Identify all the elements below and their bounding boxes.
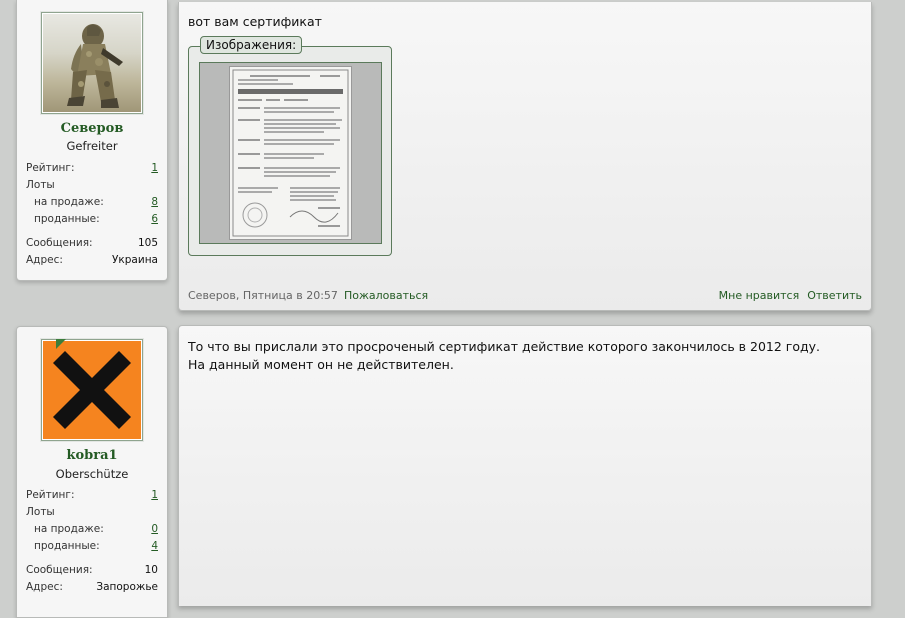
post-message-line: То что вы прислали это просроченый серти… bbox=[188, 339, 821, 354]
for-sale-row: на продаже: 0 bbox=[26, 521, 158, 538]
lots-label: Лоты bbox=[26, 506, 55, 518]
rating-label: Рейтинг: bbox=[26, 162, 75, 174]
sold-label: проданные: bbox=[34, 213, 100, 225]
sold-value[interactable]: 6 bbox=[151, 211, 158, 228]
sold-value[interactable]: 4 bbox=[151, 538, 158, 555]
address-label: Адрес: bbox=[26, 254, 63, 266]
post-message: вот вам сертификат bbox=[188, 14, 322, 29]
address-value: Запорожье bbox=[96, 581, 158, 593]
address-value: Украина bbox=[112, 254, 158, 266]
lots-row: Лоты bbox=[26, 504, 158, 521]
avatar[interactable] bbox=[41, 339, 143, 441]
for-sale-row: на продаже: 8 bbox=[26, 194, 158, 211]
rating-row: Рейтинг: 1 bbox=[26, 160, 158, 177]
for-sale-label: на продаже: bbox=[34, 196, 104, 208]
hazard-x-avatar-icon bbox=[43, 341, 141, 439]
post-author-date[interactable]: Северов, Пятница в 20:57 bbox=[188, 289, 338, 302]
address-row: Адрес: Украина bbox=[26, 252, 158, 269]
post-actions: Мне нравится Ответить bbox=[719, 289, 862, 302]
post-meta: Северов, Пятница в 20:57 Пожаловаться bbox=[188, 289, 428, 302]
post-message-line: На данный момент он не действителен. bbox=[188, 357, 454, 372]
user-info-panel: Северов Gefreiter Рейтинг: 1 Лоты на про… bbox=[16, 0, 168, 281]
address-label: Адрес: bbox=[26, 581, 63, 593]
reply-link[interactable]: Ответить bbox=[807, 289, 862, 302]
user-title: Gefreiter bbox=[66, 139, 118, 153]
sold-row: проданные: 6 bbox=[26, 211, 158, 228]
messages-value: 105 bbox=[137, 237, 158, 249]
rating-value[interactable]: 1 bbox=[151, 487, 158, 504]
messages-label: Сообщения: bbox=[26, 564, 93, 576]
for-sale-value[interactable]: 8 bbox=[151, 194, 158, 211]
username[interactable]: kobra1 bbox=[17, 448, 167, 463]
like-link[interactable]: Мне нравится bbox=[719, 289, 800, 302]
messages-value: 10 bbox=[144, 564, 158, 576]
post: Северов Gefreiter Рейтинг: 1 Лоты на про… bbox=[0, 0, 905, 312]
for-sale-value[interactable]: 0 bbox=[151, 521, 158, 538]
online-indicator-icon bbox=[56, 339, 66, 349]
user-stats: Рейтинг: 1 Лоты на продаже: 8 проданные:… bbox=[26, 160, 158, 269]
rating-row: Рейтинг: 1 bbox=[26, 487, 158, 504]
rating-label: Рейтинг: bbox=[26, 489, 75, 501]
attachments-box: Изображения: bbox=[188, 36, 392, 256]
lots-row: Лоты bbox=[26, 177, 158, 194]
soldier-avatar-icon bbox=[43, 14, 141, 112]
post-message: То что вы прислали это просроченый серти… bbox=[188, 338, 820, 374]
user-info-panel: kobra1 Oberschütze Рейтинг: 1 Лоты на пр… bbox=[16, 326, 168, 618]
for-sale-label: на продаже: bbox=[34, 523, 104, 535]
user-stats: Рейтинг: 1 Лоты на продаже: 0 проданные:… bbox=[26, 487, 158, 596]
post: kobra1 Oberschütze Рейтинг: 1 Лоты на пр… bbox=[0, 322, 905, 618]
attachments-label: Изображения: bbox=[200, 36, 303, 54]
user-title: Oberschütze bbox=[55, 467, 129, 481]
attachment-thumbnail-frame[interactable] bbox=[199, 62, 382, 244]
post-content: То что вы прислали это просроченый серти… bbox=[178, 325, 872, 606]
username[interactable]: Северов bbox=[17, 121, 167, 136]
messages-label: Сообщения: bbox=[26, 237, 93, 249]
post-content: вот вам сертификат Изображения: Северов,… bbox=[178, 2, 872, 311]
report-link[interactable]: Пожаловаться bbox=[344, 289, 428, 302]
address-row: Адрес: Запорожье bbox=[26, 579, 158, 596]
certificate-thumbnail[interactable] bbox=[229, 66, 352, 240]
lots-label: Лоты bbox=[26, 179, 55, 191]
messages-row: Сообщения: 105 bbox=[26, 235, 158, 252]
sold-row: проданные: 4 bbox=[26, 538, 158, 555]
rating-value[interactable]: 1 bbox=[151, 160, 158, 177]
sold-label: проданные: bbox=[34, 540, 100, 552]
avatar[interactable] bbox=[41, 12, 143, 114]
messages-row: Сообщения: 10 bbox=[26, 562, 158, 579]
